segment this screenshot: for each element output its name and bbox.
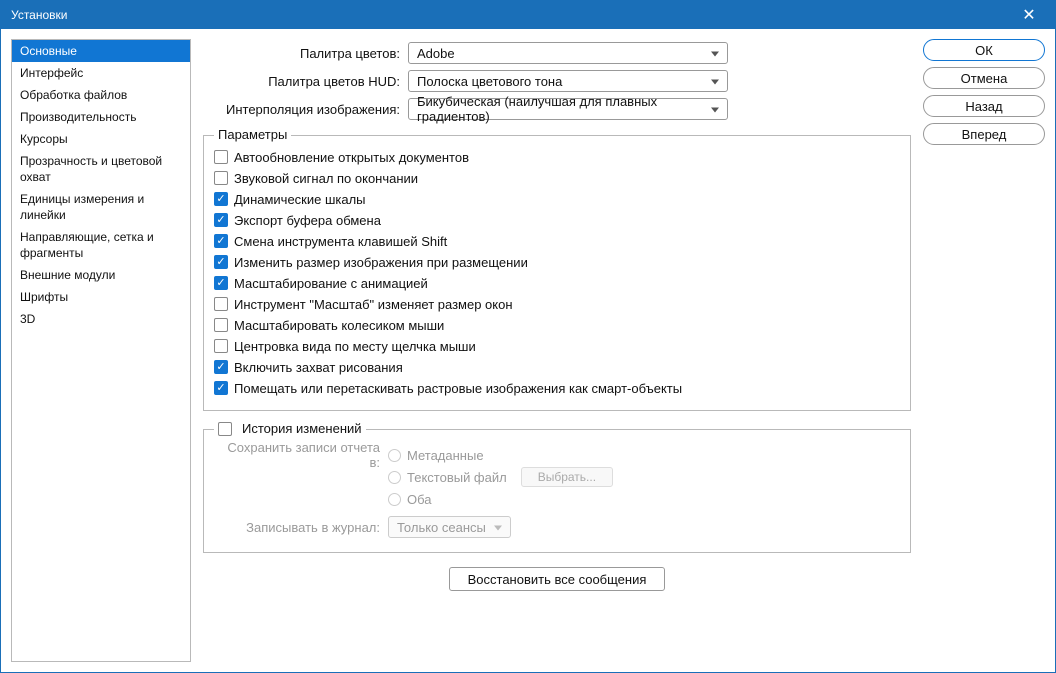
sidebar-item-units[interactable]: Единицы измерения и линейки [12,188,190,226]
checkbox-icon [214,276,228,290]
sidebar-item-file-handling[interactable]: Обработка файлов [12,84,190,106]
row-interpolation: Интерполяция изображения: Бикубическая (… [203,95,911,123]
select-hud-picker[interactable]: Полоска цветового тона [408,70,728,92]
dialog-buttons: ОК Отмена Назад Вперед [923,39,1045,662]
radio-both [388,493,401,506]
checkbox-icon [214,381,228,395]
preferences-window: Установки ✕ Основные Интерфейс Обработка… [0,0,1056,673]
label-save-log: Сохранить записи отчета в: [214,440,388,470]
label-interpolation: Интерполяция изображения: [203,102,408,117]
cancel-button[interactable]: Отмена [923,67,1045,89]
select-log-items: Только сеансы [388,516,511,538]
main-panel: Палитра цветов: Adobe Палитра цветов HUD… [203,39,911,662]
label-hud-picker: Палитра цветов HUD: [203,74,408,89]
check-auto-update[interactable]: Автообновление открытых документов [214,147,900,167]
ok-button[interactable]: ОК [923,39,1045,61]
check-export-clipboard[interactable]: Экспорт буфера обмена [214,210,900,230]
sidebar-item-transparency[interactable]: Прозрачность и цветовой охват [12,150,190,188]
radio-textfile [388,471,401,484]
checkbox-icon [214,171,228,185]
next-button[interactable]: Вперед [923,123,1045,145]
label-log-items: Записывать в журнал: [214,520,388,535]
row-color-picker: Палитра цветов: Adobe [203,39,911,67]
checkbox-icon [214,297,228,311]
checkbox-icon [214,213,228,227]
check-scroll-zoom[interactable]: Масштабировать колесиком мыши [214,315,900,335]
top-form: Палитра цветов: Adobe Палитра цветов HUD… [203,39,911,123]
sidebar-item-3d[interactable]: 3D [12,308,190,330]
reset-warnings-button[interactable]: Восстановить все сообщения [449,567,666,591]
checkbox-icon [218,422,232,436]
category-sidebar: Основные Интерфейс Обработка файлов Прои… [11,39,191,662]
row-hud-picker: Палитра цветов HUD: Полоска цветового то… [203,67,911,95]
checkbox-icon [214,360,228,374]
checkbox-icon [214,192,228,206]
titlebar: Установки ✕ [1,1,1055,29]
check-shift-tool[interactable]: Смена инструмента клавишей Shift [214,231,900,251]
check-place-as-smart[interactable]: Помещать или перетаскивать растровые изо… [214,378,900,398]
history-legend[interactable]: История изменений [214,421,366,436]
sidebar-item-fonts[interactable]: Шрифты [12,286,190,308]
checkbox-icon [214,339,228,353]
check-dynamic-sliders[interactable]: Динамические шкалы [214,189,900,209]
opt-both: Оба [407,492,432,507]
checkbox-icon [214,318,228,332]
sidebar-item-interface[interactable]: Интерфейс [12,62,190,84]
sidebar-item-performance[interactable]: Производительность [12,106,190,128]
opt-textfile: Текстовый файл [407,470,507,485]
checkbox-icon [214,150,228,164]
check-animated-zoom[interactable]: Масштабирование с анимацией [214,273,900,293]
select-interpolation[interactable]: Бикубическая (наилучшая для плавных град… [408,98,728,120]
checkbox-icon [214,234,228,248]
check-beep[interactable]: Звуковой сигнал по окончании [214,168,900,188]
history-fieldset: История изменений Сохранить записи отчет… [203,429,911,553]
checkbox-icon [214,255,228,269]
sidebar-item-cursors[interactable]: Курсоры [12,128,190,150]
close-icon[interactable]: ✕ [1009,1,1049,29]
radio-metadata [388,449,401,462]
window-title: Установки [11,8,1009,22]
check-zoom-clicked-point[interactable]: Центровка вида по месту щелчка мыши [214,336,900,356]
sidebar-item-plugins[interactable]: Внешние модули [12,264,190,286]
dialog-body: Основные Интерфейс Обработка файлов Прои… [1,29,1055,672]
label-color-picker: Палитра цветов: [203,46,408,61]
check-zoom-resize-windows[interactable]: Инструмент "Масштаб" изменяет размер око… [214,294,900,314]
choose-file-button: Выбрать... [521,467,613,487]
options-fieldset: Параметры Автообновление открытых докуме… [203,135,911,411]
options-legend: Параметры [214,127,291,142]
sidebar-item-guides[interactable]: Направляющие, сетка и фрагменты [12,226,190,264]
select-color-picker[interactable]: Adobe [408,42,728,64]
check-flick-panning[interactable]: Включить захват рисования [214,357,900,377]
opt-metadata: Метаданные [407,448,484,463]
check-resize-on-place[interactable]: Изменить размер изображения при размещен… [214,252,900,272]
sidebar-item-general[interactable]: Основные [12,40,190,62]
prev-button[interactable]: Назад [923,95,1045,117]
